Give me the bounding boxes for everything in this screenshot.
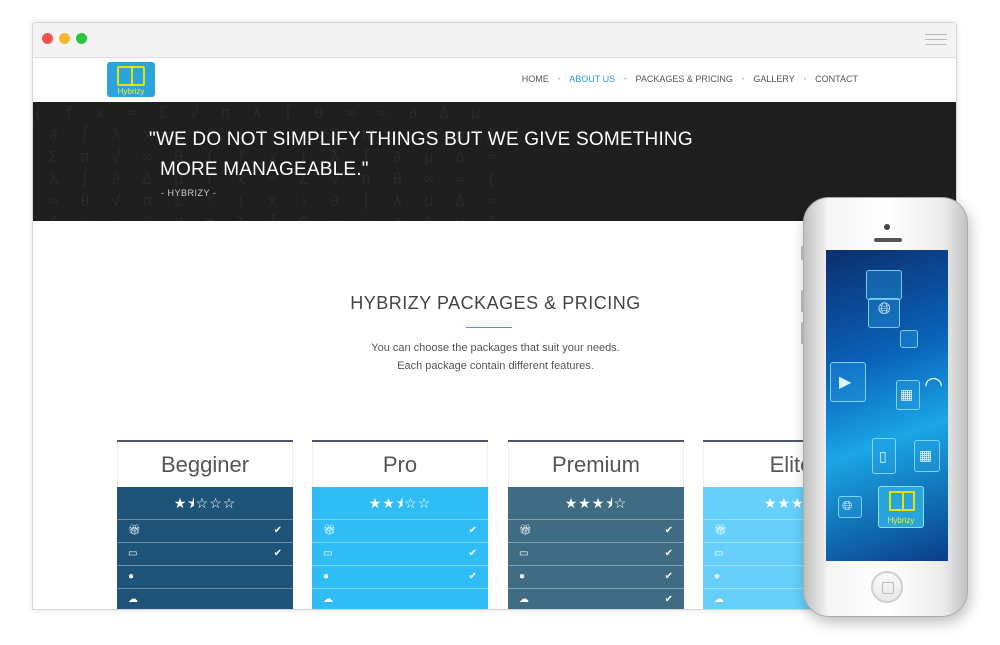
globe-icon: ● <box>128 571 135 582</box>
video-icon: ▶ <box>839 374 852 391</box>
inbox-icon: ▭ <box>128 548 138 559</box>
phone-screen: 🌐︎ ▶ ▦ ◠ ▯ ▦ 🌐︎ Hybrizy <box>826 250 948 561</box>
app-logo-text: Hybrizy <box>887 516 915 525</box>
book-icon <box>117 66 145 86</box>
inbox-icon: ▭ <box>714 548 724 559</box>
phone-camera <box>884 224 890 230</box>
plan-feature-row: ● <box>117 565 293 588</box>
check-icon: ✔ <box>468 571 477 582</box>
app-logo[interactable]: Hybrizy <box>878 486 924 528</box>
plan-feature-row: 🎁︎ ✔ <box>117 519 293 542</box>
nav-contact[interactable]: CONTACT <box>814 74 859 84</box>
plan-name: Pro <box>312 442 488 487</box>
plan-name: Begginer <box>117 442 293 487</box>
plan-rating-stars: ★★★⯨☆ <box>508 487 684 519</box>
menu-icon[interactable] <box>925 34 947 46</box>
phone-speaker <box>874 238 902 242</box>
hero-quote: "WE DO NOT SIMPLIFY THINGS BUT WE GIVE S… <box>149 125 693 185</box>
nav-separator: • <box>803 75 807 83</box>
nav-separator: • <box>557 75 561 83</box>
phone-volume-up <box>801 290 804 312</box>
check-icon: ✔ <box>273 548 282 559</box>
quote-line-1: "WE DO NOT SIMPLIFY THINGS BUT WE GIVE S… <box>149 129 693 150</box>
site-header: Hybrizy HOME • ABOUT US • PACKAGES & PRI… <box>33 58 956 102</box>
globe-icon: ● <box>323 571 330 582</box>
check-icon: ✔ <box>664 548 673 559</box>
check-icon: ✔ <box>664 571 673 582</box>
plan-feature-row: 🎁︎ ✔ <box>312 519 488 542</box>
book-icon <box>889 491 915 511</box>
plan-rating-stars: ★★⯨☆☆ <box>312 487 488 519</box>
check-icon: ✔ <box>468 548 477 559</box>
pricing-card-0[interactable]: Begginer ★⯨☆☆☆ 🎁︎ ✔ ▭ ✔ ● ☁ <box>117 440 293 609</box>
nav-about-us[interactable]: ABOUT US <box>568 74 616 84</box>
cloud-upload-icon: ☁ <box>323 594 333 605</box>
gift-icon: 🎁︎ <box>323 525 336 536</box>
plan-name: Premium <box>508 442 684 487</box>
phone-mute-switch <box>801 246 804 260</box>
check-icon: ✔ <box>664 525 673 536</box>
phone-icon: ▯ <box>879 448 887 464</box>
close-window-button[interactable] <box>42 33 53 44</box>
maximize-window-button[interactable] <box>76 33 87 44</box>
wifi-icon: ◠ <box>924 372 944 397</box>
title-divider <box>466 327 512 328</box>
phone-mockup: 🌐︎ ▶ ▦ ◠ ▯ ▦ 🌐︎ Hybrizy <box>801 197 968 617</box>
globe-icon: ● <box>519 571 526 582</box>
phone-volume-down <box>801 322 804 344</box>
quote-line-2: MORE MANAGEABLE." <box>160 159 369 180</box>
plan-feature-row: ●✔ <box>508 565 684 588</box>
check-icon: ✔ <box>273 525 282 536</box>
screen-tile <box>900 330 918 348</box>
inbox-icon: ▭ <box>519 548 529 559</box>
plan-feature-row: ▭✔ <box>508 542 684 565</box>
inbox-icon: ▭ <box>323 548 333 559</box>
gift-icon: 🎁︎ <box>128 525 141 536</box>
check-icon: ✔ <box>468 525 477 536</box>
globe-icon: ● <box>714 571 721 582</box>
plan-rating-stars: ★⯨☆☆☆ <box>117 487 293 519</box>
main-nav: HOME • ABOUT US • PACKAGES & PRICING • G… <box>521 74 859 84</box>
plan-feature-row: ▭✔ <box>117 542 293 565</box>
minimize-window-button[interactable] <box>59 33 70 44</box>
plan-feature-row: ☁ <box>312 588 488 609</box>
phone-home-button[interactable] <box>871 571 903 603</box>
qr-code-icon: ▦ <box>919 447 933 463</box>
browser-titlebar <box>33 23 956 58</box>
check-icon: ✔ <box>664 594 673 605</box>
plan-feature-row: ●✔ <box>312 565 488 588</box>
nav-home[interactable]: HOME <box>521 74 550 84</box>
gift-icon: 🎁︎ <box>714 525 727 536</box>
globe-icon: 🌐︎ <box>842 498 853 513</box>
plan-feature-row: ▭✔ <box>312 542 488 565</box>
plan-feature-row: ☁ <box>117 588 293 609</box>
globe-icon: 🌐︎ <box>878 301 891 318</box>
site-logo[interactable]: Hybrizy <box>107 62 155 97</box>
nav-gallery[interactable]: GALLERY <box>752 74 795 84</box>
pricing-card-2[interactable]: Premium ★★★⯨☆ 🎁︎ ✔ ▭ ✔ ● ✔ ☁ ✔ <box>508 440 684 609</box>
gift-icon: 🎁︎ <box>519 525 532 536</box>
plan-feature-row: ☁✔ <box>508 588 684 609</box>
qr-code-icon: ▦ <box>900 386 914 402</box>
nav-packages-pricing[interactable]: PACKAGES & PRICING <box>635 74 734 84</box>
nav-separator: • <box>741 75 745 83</box>
cloud-upload-icon: ☁ <box>714 594 724 605</box>
nav-separator: • <box>624 75 627 83</box>
logo-text: Hybrizy <box>117 87 145 96</box>
screen-tile <box>866 270 902 300</box>
plan-feature-row: 🎁︎ ✔ <box>508 519 684 542</box>
mockup-stage: Hybrizy HOME • ABOUT US • PACKAGES & PRI… <box>0 0 1000 645</box>
pricing-card-1[interactable]: Pro ★★⯨☆☆ 🎁︎ ✔ ▭ ✔ ● ✔ ☁ <box>312 440 488 609</box>
quote-author: - HYBRIZY - <box>161 188 217 198</box>
cloud-upload-icon: ☁ <box>128 594 138 605</box>
cloud-upload-icon: ☁ <box>519 594 529 605</box>
